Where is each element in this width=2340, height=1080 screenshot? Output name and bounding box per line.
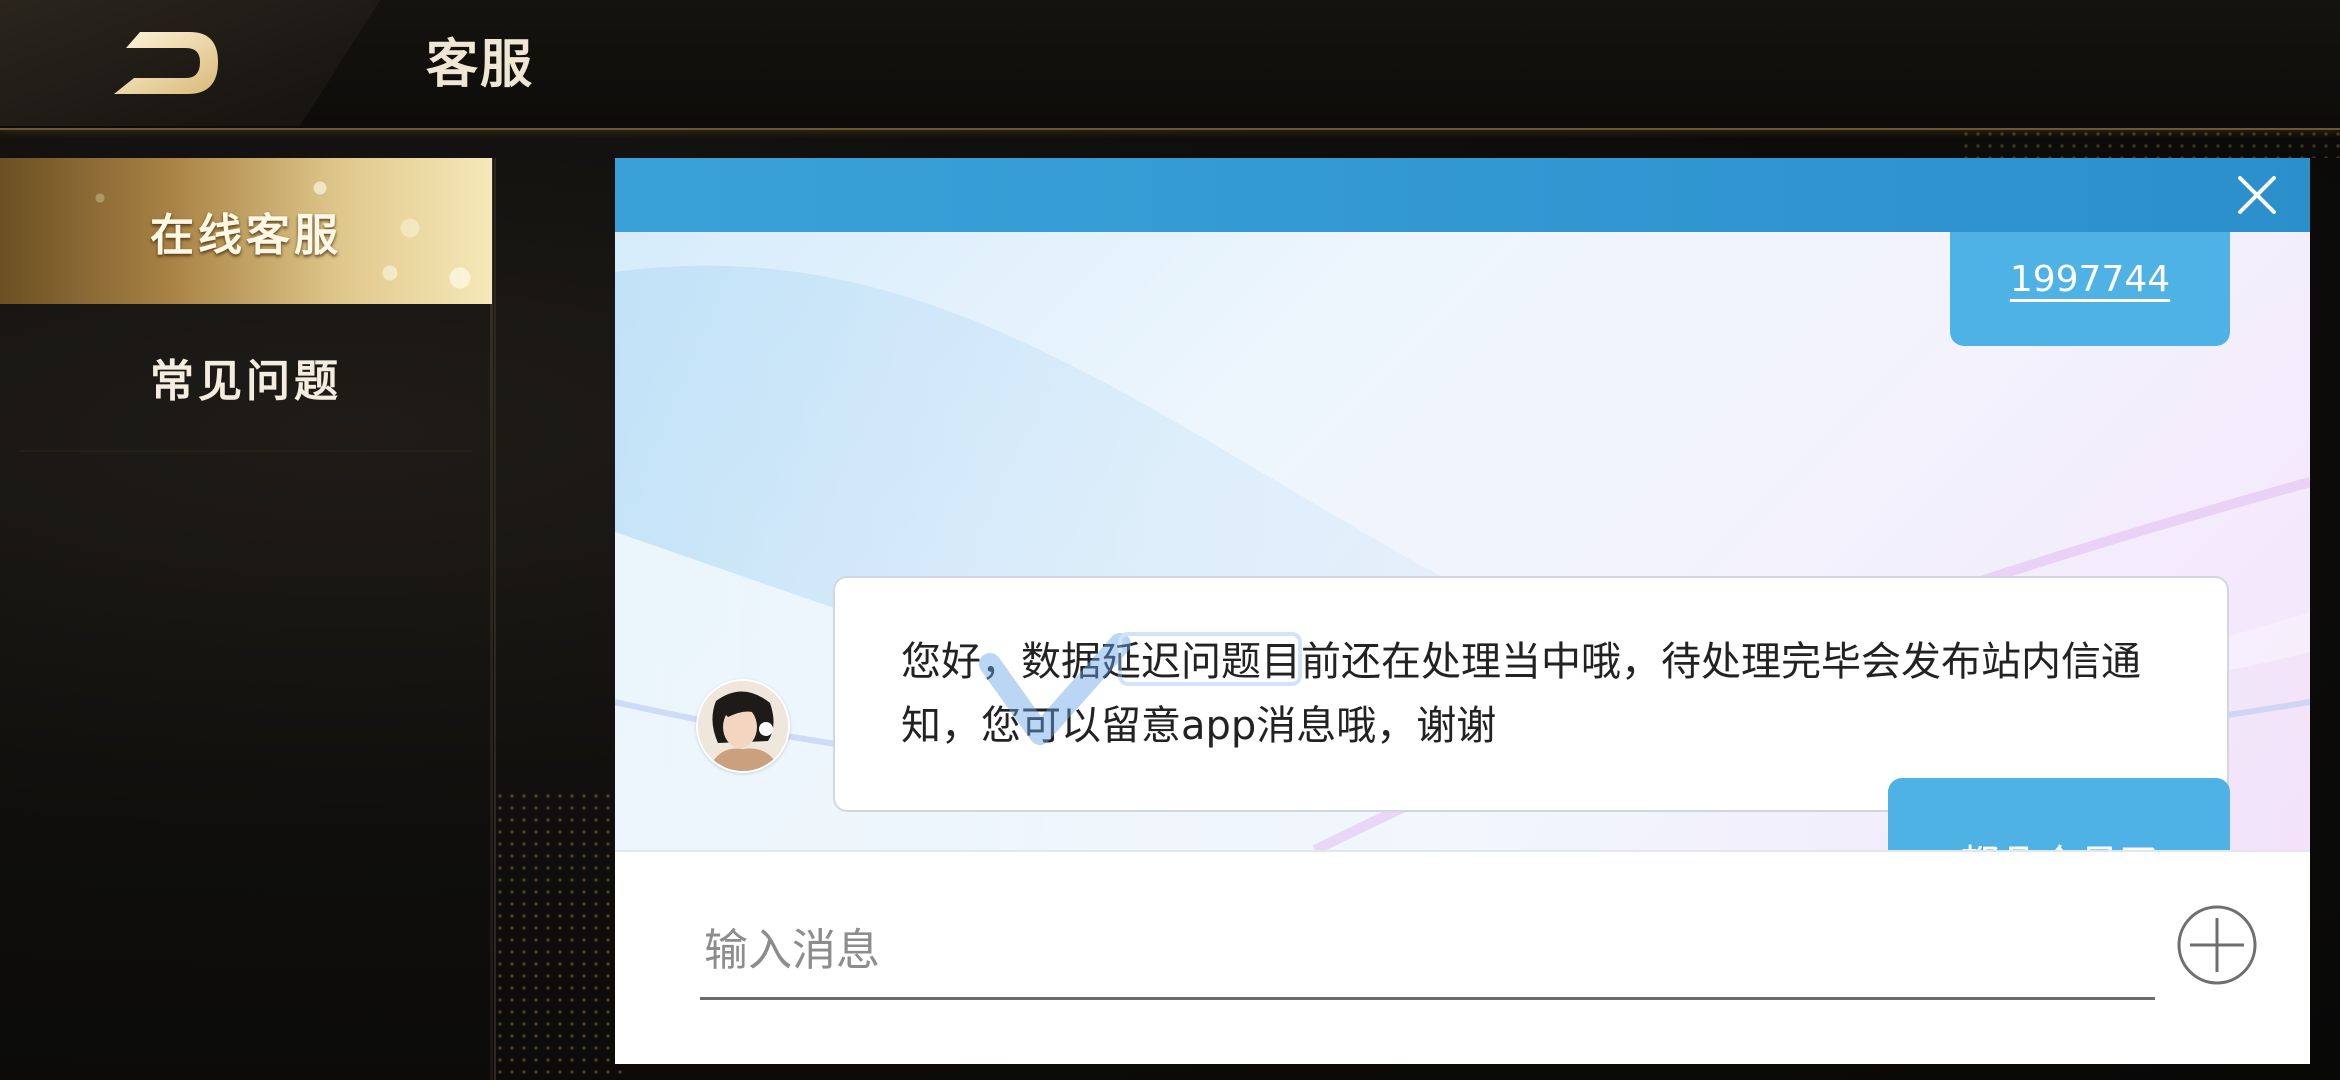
app-root: 客服 在线客服 常见问题 1997744 您好，数据延迟问题目前还在处理当中哦，… (0, 0, 2340, 1080)
decor-dots (494, 790, 624, 1080)
back-button[interactable] (112, 28, 222, 100)
message-input[interactable] (700, 904, 2155, 1000)
composer (615, 850, 2310, 1064)
add-attachment-button[interactable] (2176, 904, 2258, 986)
chat-topbar (615, 158, 2310, 232)
message-text[interactable]: 1997744 (2010, 259, 2170, 300)
plus-circle-icon (2177, 905, 2257, 985)
message-bubble-user: 都几个月了 (1888, 778, 2230, 850)
back-arrow-icon (114, 32, 218, 94)
top-header: 客服 (0, 0, 2340, 130)
decor-dots (1960, 128, 2340, 158)
chat-messages[interactable]: 1997744 您好，数据延迟问题目前还在处理当中哦，待处理完毕会发布站内信通知… (615, 232, 2310, 850)
chat-panel: 1997744 您好，数据延迟问题目前还在处理当中哦，待处理完毕会发布站内信通知… (615, 158, 2310, 1064)
sidebar-item-label: 常见问题 (150, 356, 342, 407)
message-bubble-agent: 您好，数据延迟问题目前还在处理当中哦，待处理完毕会发布站内信通知，您可以留意ap… (833, 576, 2229, 812)
close-icon (2238, 176, 2276, 214)
message-text[interactable]: 您好，数据延迟问题目前还在处理当中哦，待处理完毕会发布站内信通知，您可以留意ap… (901, 639, 2141, 749)
sidebar-item-label: 在线客服 (150, 210, 342, 261)
sidebar-item-faq[interactable]: 常见问题 (20, 304, 472, 452)
page-title: 客服 (426, 35, 535, 95)
message-text[interactable]: 都几个月了 (1959, 832, 2159, 850)
sidebar: 在线客服 常见问题 (0, 158, 496, 1080)
close-button[interactable] (2234, 172, 2280, 218)
avatar-image (698, 681, 788, 771)
sidebar-item-online-service[interactable]: 在线客服 (0, 158, 492, 304)
message-bubble-user: 1997744 (1950, 232, 2230, 346)
agent-avatar (696, 679, 790, 773)
